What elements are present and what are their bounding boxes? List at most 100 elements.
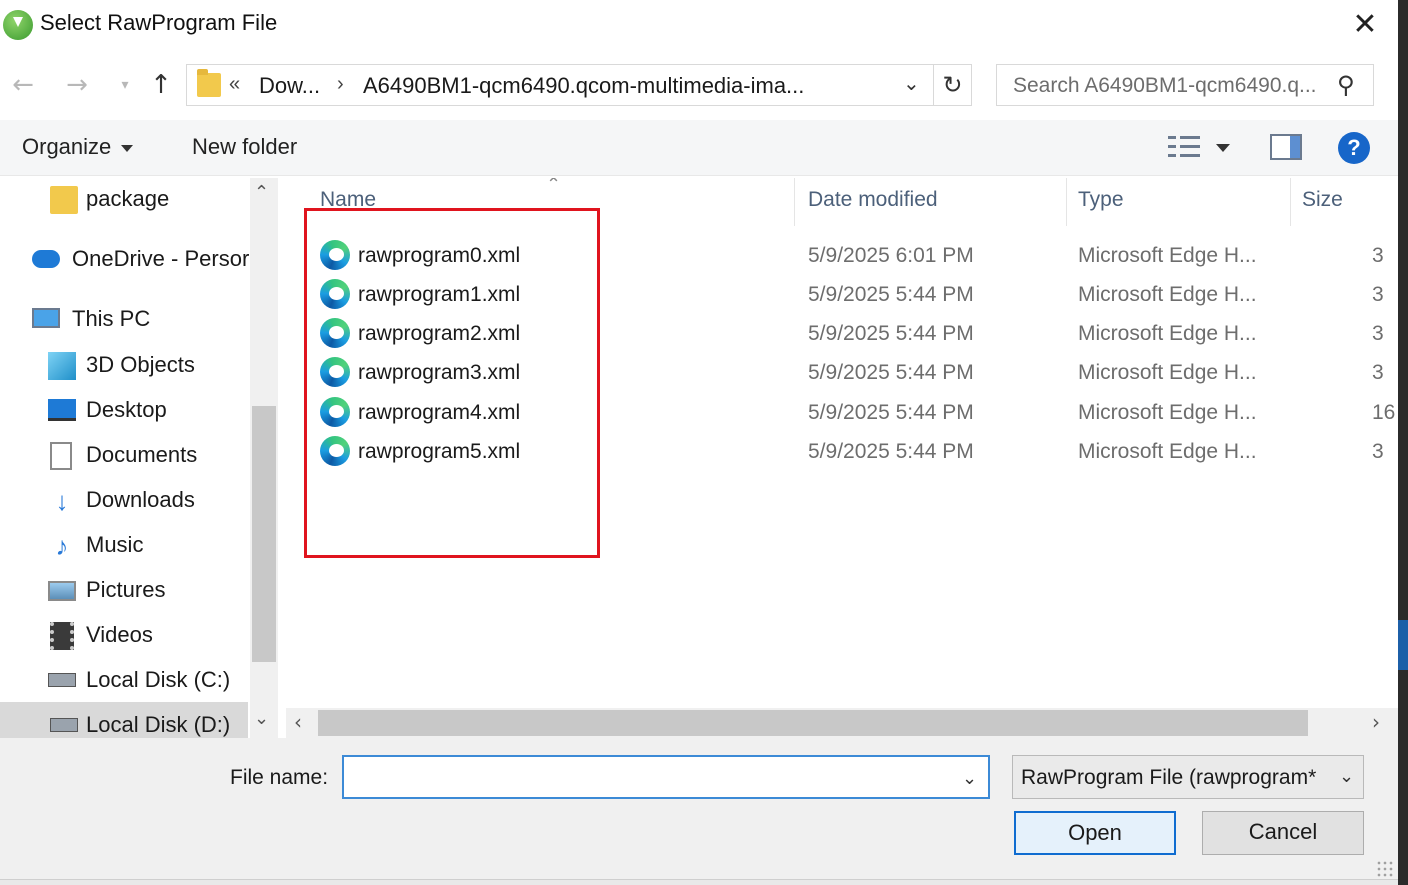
file-name-input[interactable] <box>342 755 990 799</box>
column-divider[interactable] <box>1066 178 1067 226</box>
background-window-edge <box>1398 0 1408 885</box>
navigation-scrollbar[interactable]: ⌃ ⌄ <box>250 178 278 738</box>
file-type: Microsoft Edge H... <box>1078 322 1257 345</box>
sidebar-item-downloads[interactable]: ↓ Downloads <box>0 479 248 523</box>
breadcrumb-separator[interactable]: › <box>337 73 344 96</box>
sidebar-item-desktop[interactable]: Desktop <box>0 389 248 433</box>
scroll-left-chevron-icon[interactable]: ‹ <box>294 710 302 734</box>
sidebar-item-music[interactable]: ♪ Music <box>0 524 248 568</box>
sort-ascending-icon: ⌃ <box>546 178 562 195</box>
open-button[interactable]: Open <box>1014 811 1176 855</box>
highlight-annotation-box <box>304 208 600 558</box>
file-type-filter-value: RawProgram File (rawprogram* <box>1021 766 1317 789</box>
downloads-icon: ↓ <box>55 486 69 516</box>
computer-icon <box>32 308 60 328</box>
help-button[interactable]: ? <box>1338 132 1370 164</box>
sidebar-item-package[interactable]: package <box>0 178 248 222</box>
file-size: 3 <box>1372 322 1384 345</box>
file-size: 3 <box>1372 283 1384 306</box>
forward-button[interactable]: → <box>62 68 92 102</box>
organize-button[interactable]: Organize <box>22 134 134 160</box>
sidebar-item-this-pc[interactable]: This PC <box>0 298 248 342</box>
folder-icon <box>197 69 221 97</box>
download-app-icon <box>3 10 33 40</box>
file-size: 3 <box>1372 361 1384 384</box>
file-date: 5/9/2025 5:44 PM <box>808 440 974 463</box>
file-type: Microsoft Edge H... <box>1078 244 1257 267</box>
file-date: 5/9/2025 5:44 PM <box>808 283 974 306</box>
file-type-filter-select[interactable]: RawProgram File (rawprogram* ⌄ <box>1012 755 1364 799</box>
sidebar-item-label: 3D Objects <box>86 352 195 377</box>
new-folder-button[interactable]: New folder <box>192 134 297 160</box>
3d-objects-icon <box>48 352 76 380</box>
address-bar[interactable]: « Dow... › A6490BM1-qcm6490.qcom-multime… <box>186 64 972 106</box>
column-header-type[interactable]: Type <box>1078 188 1124 212</box>
file-size: 3 <box>1372 440 1384 463</box>
scrollbar-thumb[interactable] <box>318 710 1308 736</box>
background-window-strip <box>0 879 1398 885</box>
sidebar-item-local-disk-c[interactable]: Local Disk (C:) <box>0 659 248 703</box>
file-size: 16 <box>1372 401 1396 424</box>
sidebar-item-label: OneDrive - Persor <box>72 246 250 271</box>
view-options-caret-icon[interactable] <box>1216 144 1230 152</box>
file-date: 5/9/2025 6:01 PM <box>808 244 974 267</box>
preview-pane-icon[interactable] <box>1270 134 1302 160</box>
sidebar-item-label: Documents <box>86 442 198 467</box>
change-view-icon[interactable] <box>1168 134 1200 160</box>
file-size: 3 <box>1372 244 1384 267</box>
documents-icon <box>50 442 72 470</box>
sidebar-item-label: Local Disk (C:) <box>86 667 231 692</box>
file-name-dropdown-chevron-down-icon[interactable]: ⌄ <box>962 768 977 789</box>
address-dropdown-chevron-down-icon[interactable]: ⌄ <box>903 71 920 95</box>
recent-locations-chevron-down-icon[interactable]: ▾ <box>110 68 140 102</box>
address-overflow[interactable]: « <box>229 73 240 96</box>
scroll-right-chevron-icon[interactable]: › <box>1372 710 1380 734</box>
search-input[interactable]: Search A6490BM1-qcm6490.q... <box>1013 74 1317 98</box>
column-header-size[interactable]: Size <box>1302 188 1343 212</box>
sidebar-item-documents[interactable]: Documents <box>0 434 248 478</box>
sidebar-item-pictures[interactable]: Pictures <box>0 569 248 613</box>
close-button[interactable]: ✕ <box>1348 8 1382 42</box>
file-name-label: File name: <box>230 766 329 789</box>
sidebar-item-label: Videos <box>86 622 153 647</box>
scrollbar-thumb[interactable] <box>252 406 276 662</box>
breadcrumb-current-folder[interactable]: A6490BM1-qcm6490.qcom-multimedia-ima... <box>363 73 804 99</box>
horizontal-scrollbar[interactable]: ‹ › <box>286 708 1398 738</box>
pictures-icon <box>48 581 76 601</box>
folder-icon <box>50 186 78 214</box>
search-icon: ⚲ <box>1337 71 1355 99</box>
command-toolbar: Organize New folder ? <box>0 120 1398 176</box>
scroll-down-chevron-icon[interactable]: ⌄ <box>254 708 269 729</box>
sidebar-item-onedrive[interactable]: OneDrive - Persor <box>0 238 250 282</box>
sidebar-item-label: This PC <box>72 306 151 331</box>
scroll-up-chevron-icon[interactable]: ⌃ <box>254 182 269 203</box>
file-date: 5/9/2025 5:44 PM <box>808 322 974 345</box>
sidebar-item-label: Pictures <box>86 577 166 602</box>
up-button[interactable]: ↑ <box>146 68 176 102</box>
music-icon: ♪ <box>55 531 69 561</box>
breadcrumb-downloads[interactable]: Dow... <box>259 73 320 99</box>
file-date: 5/9/2025 5:44 PM <box>808 361 974 384</box>
drive-icon <box>48 673 76 687</box>
sidebar-item-videos[interactable]: Videos <box>0 614 248 658</box>
file-type: Microsoft Edge H... <box>1078 401 1257 424</box>
refresh-button[interactable]: ↻ <box>933 65 971 105</box>
desktop-icon <box>48 399 76 421</box>
sidebar-item-local-disk-d[interactable]: Local Disk (D:) <box>0 702 248 738</box>
cancel-button[interactable]: Cancel <box>1202 811 1364 855</box>
sidebar-item-label: Local Disk (D:) <box>86 712 231 737</box>
search-box[interactable]: Search A6490BM1-qcm6490.q... ⚲ <box>996 64 1374 106</box>
sidebar-item-label: Downloads <box>86 487 195 512</box>
dialog-footer: File name: ⌄ RawProgram File (rawprogram… <box>0 738 1398 885</box>
sidebar-item-label: Music <box>86 532 144 557</box>
column-divider[interactable] <box>794 178 795 226</box>
chevron-down-icon: ⌄ <box>1339 766 1355 787</box>
videos-icon <box>50 622 74 650</box>
column-header-date-modified[interactable]: Date modified <box>808 188 938 212</box>
onedrive-icon <box>32 250 60 268</box>
resize-grip-icon[interactable] <box>1376 860 1394 878</box>
navigation-pane: package OneDrive - Persor This PC 3D Obj… <box>0 178 280 738</box>
sidebar-item-3d-objects[interactable]: 3D Objects <box>0 344 248 388</box>
column-divider[interactable] <box>1290 178 1291 226</box>
back-button[interactable]: ← <box>8 68 38 102</box>
